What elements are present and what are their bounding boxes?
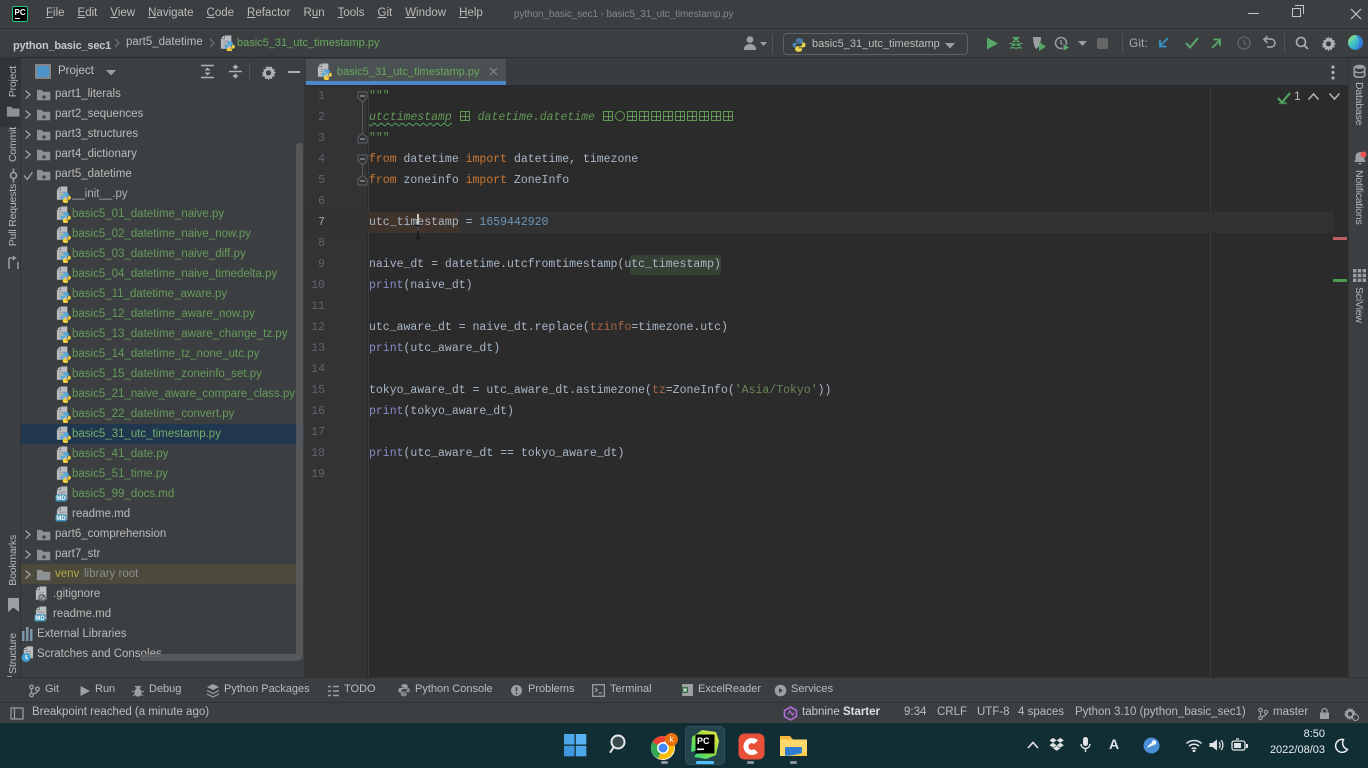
svg-text:PC: PC xyxy=(697,736,710,746)
